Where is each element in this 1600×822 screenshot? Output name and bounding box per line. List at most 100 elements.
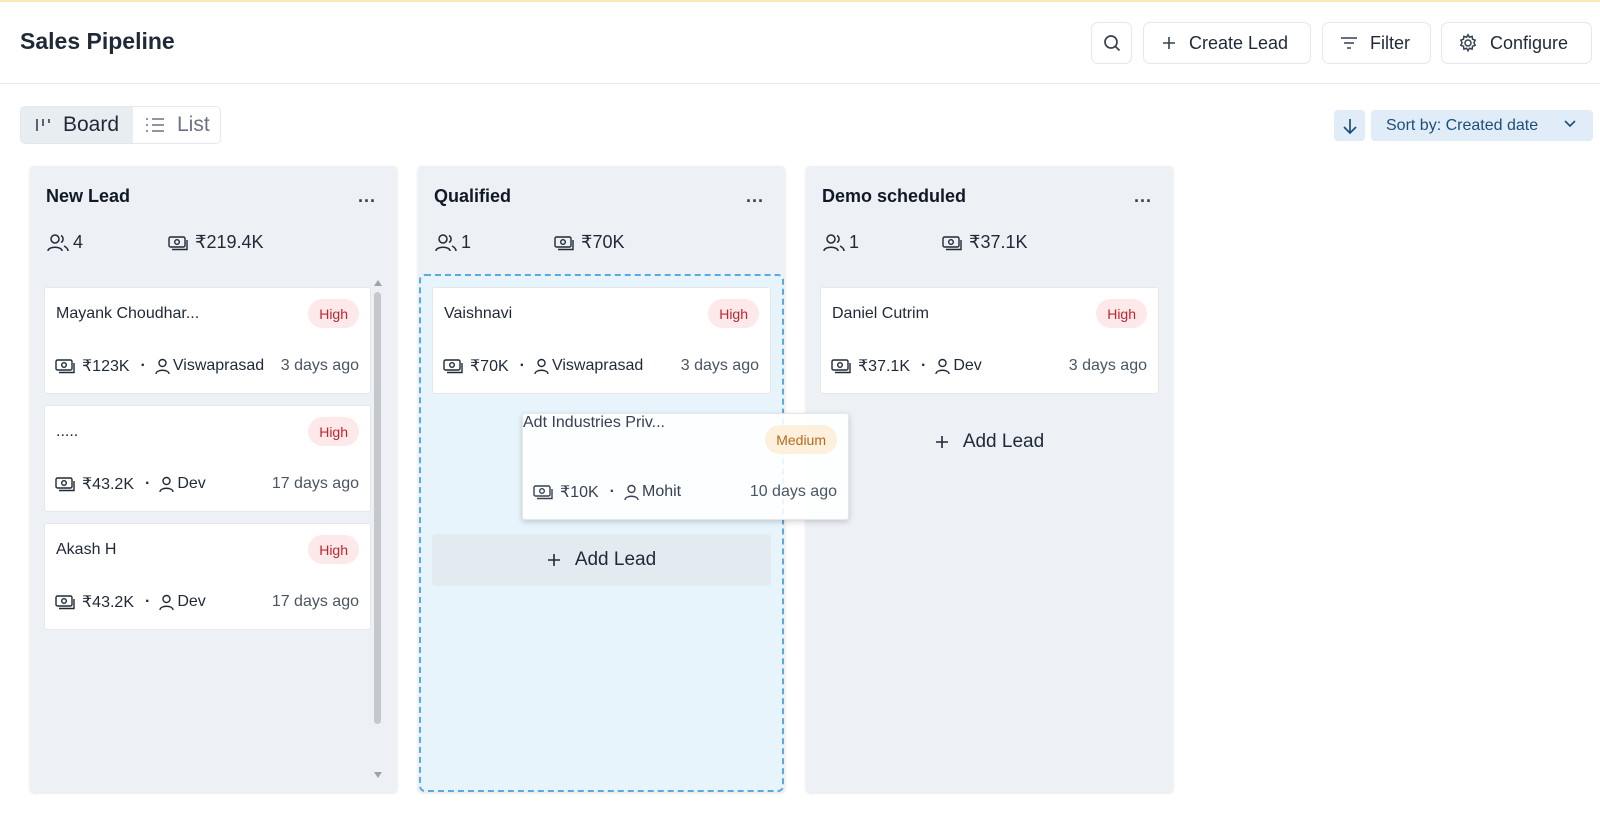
page-header: Sales Pipeline Create Lead Filter Config… bbox=[0, 2, 1600, 84]
gear-icon bbox=[1459, 33, 1477, 53]
meta-separator: · bbox=[140, 357, 146, 374]
lead-card[interactable]: Vaishnavi High ₹70K · Viswaprasad 3 days… bbox=[432, 287, 771, 394]
filter-label: Filter bbox=[1370, 32, 1410, 53]
add-lead-button[interactable]: Add Lead bbox=[432, 534, 771, 586]
lead-age: 3 days ago bbox=[680, 357, 759, 374]
lead-card[interactable]: Akash H High ₹43.2K · Dev 17 days ago bbox=[44, 523, 371, 630]
meta-separator: · bbox=[609, 483, 615, 500]
lead-owner: Mohit bbox=[641, 483, 682, 500]
lead-count: 1 bbox=[461, 232, 472, 252]
money-icon bbox=[554, 235, 574, 250]
lead-age: 17 days ago bbox=[271, 593, 359, 610]
money-icon bbox=[942, 235, 962, 250]
priority-badge: Medium bbox=[765, 425, 837, 454]
column-lead-total: ₹219.4K bbox=[168, 232, 264, 253]
lead-owner: Dev bbox=[953, 357, 982, 374]
money-icon bbox=[55, 477, 75, 492]
lead-owner: Viswaprasad bbox=[551, 357, 644, 374]
priority-badge: High bbox=[308, 535, 359, 564]
lead-age: 3 days ago bbox=[280, 357, 359, 374]
user-icon bbox=[624, 484, 639, 500]
lead-name: Vaishnavi bbox=[444, 305, 513, 322]
priority-badge: High bbox=[308, 299, 359, 328]
lead-card[interactable]: Daniel Cutrim High ₹37.1K · Dev 3 days a… bbox=[820, 287, 1159, 394]
user-icon bbox=[935, 358, 951, 374]
chevron-down-icon bbox=[1564, 120, 1576, 128]
lead-amount: ₹123K bbox=[82, 358, 130, 375]
add-lead-button[interactable]: Add Lead bbox=[820, 416, 1159, 468]
view-toggle: Board List bbox=[20, 106, 221, 144]
lead-card[interactable]: Mayank Choudhar... High ₹123K · Viswapra… bbox=[44, 287, 371, 394]
lead-count: 1 bbox=[849, 232, 860, 252]
scroll-up-arrow[interactable] bbox=[374, 280, 382, 286]
column-lead-count: 1 bbox=[823, 232, 859, 253]
dragging-lead-card[interactable]: Adt Industries Priv... Medium ₹10K · Moh… bbox=[522, 413, 849, 520]
people-icon bbox=[823, 233, 845, 251]
board-view-tab[interactable]: Board bbox=[21, 107, 133, 143]
lead-amount: ₹43.2K bbox=[82, 594, 134, 611]
lead-owner: Dev bbox=[177, 475, 206, 492]
meta-separator: · bbox=[145, 593, 151, 610]
plus-icon bbox=[547, 554, 560, 566]
people-icon bbox=[435, 233, 457, 251]
arrow-down-icon bbox=[1342, 118, 1357, 134]
lead-name: Mayank Choudhar... bbox=[56, 305, 200, 322]
priority-badge: High bbox=[1096, 299, 1147, 328]
user-icon bbox=[155, 358, 170, 374]
column-lead-total: ₹37.1K bbox=[942, 232, 1028, 253]
scroll-down-arrow[interactable] bbox=[374, 772, 382, 778]
lead-total: ₹219.4K bbox=[195, 232, 264, 252]
filter-button[interactable]: Filter bbox=[1322, 22, 1431, 64]
plus-icon bbox=[1163, 37, 1175, 49]
lead-meta: ₹43.2K · Dev 17 days ago bbox=[55, 474, 359, 494]
lead-name: Akash H bbox=[56, 541, 117, 558]
lead-meta: ₹70K · Viswaprasad 3 days ago bbox=[443, 356, 759, 376]
board-view-label: Board bbox=[63, 113, 120, 136]
column-more-button[interactable]: ... bbox=[1134, 186, 1578, 207]
lead-owner: Viswaprasad bbox=[172, 357, 265, 374]
create-lead-label: Create Lead bbox=[1189, 32, 1289, 53]
configure-label: Configure bbox=[1490, 32, 1569, 53]
board-icon bbox=[36, 119, 50, 131]
lead-meta: ₹43.2K · Dev 17 days ago bbox=[55, 592, 359, 612]
lead-age: 10 days ago bbox=[749, 483, 837, 500]
lead-owner: Dev bbox=[177, 593, 206, 610]
lead-count: 4 bbox=[73, 232, 84, 252]
money-icon bbox=[443, 359, 463, 374]
lead-total: ₹70K bbox=[581, 232, 625, 252]
lead-total: ₹37.1K bbox=[969, 232, 1028, 252]
lead-card[interactable]: ..... High ₹43.2K · Dev 17 days ago bbox=[44, 405, 371, 512]
column-lead-total: ₹70K bbox=[554, 232, 624, 253]
create-lead-button[interactable]: Create Lead bbox=[1143, 22, 1311, 64]
configure-button[interactable]: Configure bbox=[1441, 22, 1592, 64]
lead-amount: ₹70K bbox=[470, 358, 509, 375]
column-title: Demo scheduled bbox=[822, 186, 967, 206]
search-button[interactable] bbox=[1091, 22, 1132, 64]
lead-amount: ₹43.2K bbox=[82, 476, 134, 493]
column-lead-count: 1 bbox=[435, 232, 471, 253]
sort-direction-button[interactable] bbox=[1334, 110, 1365, 141]
user-icon bbox=[159, 476, 175, 492]
column-title: Qualified bbox=[434, 186, 512, 206]
user-icon bbox=[159, 594, 175, 610]
filter-icon bbox=[1341, 37, 1357, 49]
page-title: Sales Pipeline bbox=[20, 28, 175, 54]
meta-separator: · bbox=[921, 357, 927, 374]
column-scrollbar[interactable] bbox=[373, 280, 383, 778]
list-view-label: List bbox=[177, 113, 210, 136]
meta-separator: · bbox=[519, 357, 525, 374]
money-icon bbox=[55, 595, 75, 610]
lead-meta: ₹37.1K · Dev 3 days ago bbox=[831, 356, 1147, 376]
priority-badge: High bbox=[708, 299, 759, 328]
plus-icon bbox=[935, 436, 948, 448]
sort-label: Sort by: Created date bbox=[1386, 116, 1539, 134]
lead-amount: ₹10K bbox=[560, 484, 599, 501]
money-icon bbox=[533, 485, 553, 500]
sort-dropdown[interactable]: Sort by: Created date bbox=[1371, 110, 1593, 141]
list-view-tab[interactable]: List bbox=[133, 107, 220, 143]
column-title: New Lead bbox=[46, 186, 131, 206]
money-icon bbox=[168, 235, 188, 250]
lead-age: 3 days ago bbox=[1068, 357, 1147, 374]
list-icon bbox=[146, 118, 164, 132]
scroll-thumb[interactable] bbox=[374, 292, 381, 724]
